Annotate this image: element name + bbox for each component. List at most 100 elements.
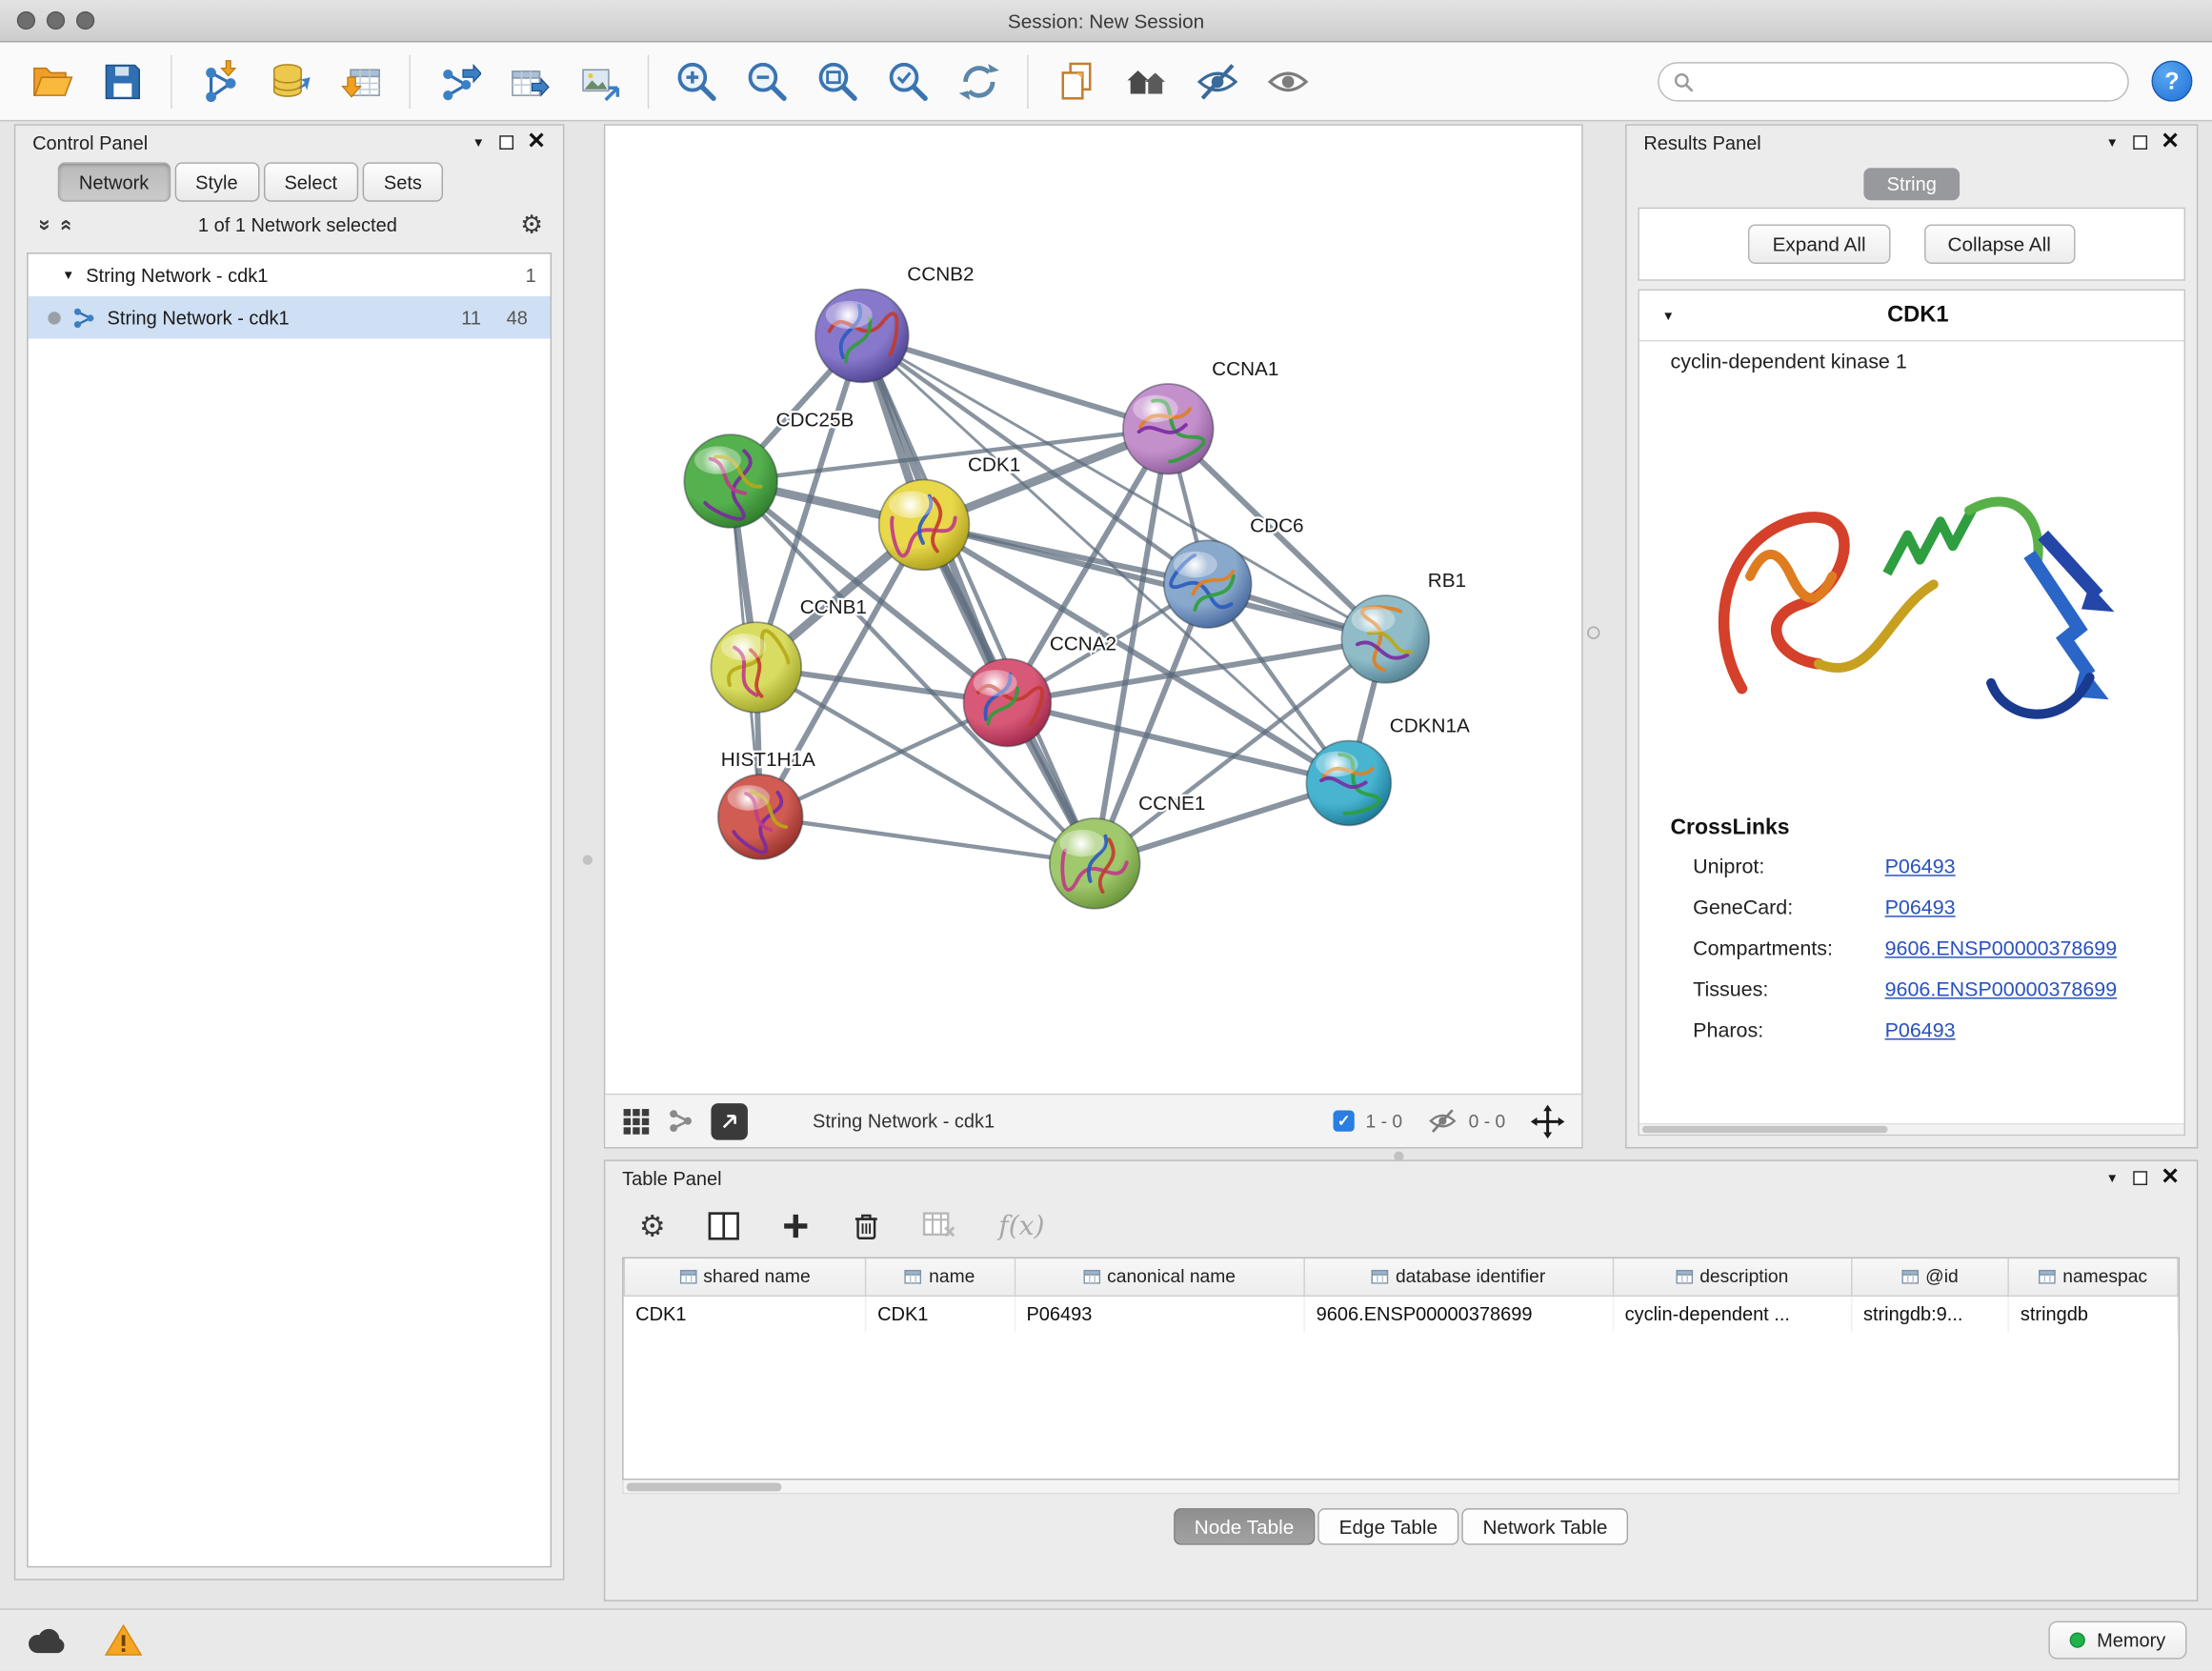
zoom-out-button[interactable] [735,51,800,111]
cloud-status-icon[interactable] [26,1624,68,1656]
first-neighbors-button[interactable] [1115,51,1179,111]
memory-button[interactable]: Memory [2049,1621,2187,1660]
tab-network[interactable]: Network [58,162,171,201]
horizontal-scrollbar[interactable] [1639,1123,2184,1135]
window-minimize-button[interactable] [47,11,65,30]
collapse-all-networks-icon[interactable]: » [53,214,77,234]
tab-sets[interactable]: Sets [363,162,443,201]
collapse-all-button[interactable]: Collapse All [1923,224,2075,263]
network-node-CDK1[interactable]: CDK1 [879,454,1021,571]
tab-style[interactable]: Style [174,162,259,201]
node-label-CCNA2: CCNA2 [1050,634,1116,655]
zoom-selected-button[interactable] [876,51,941,111]
refresh-view-button[interactable] [947,51,1012,111]
tab-node-table[interactable]: Node Table [1174,1508,1316,1545]
network-options-gear-icon[interactable]: ⚙ [520,211,543,237]
close-panel-icon[interactable]: ✕ [2161,1167,2180,1190]
crosslink-link[interactable]: 9606.ENSP00000378699 [1885,937,2118,960]
search-field[interactable] [1658,61,2129,100]
window-zoom-button[interactable] [76,11,94,30]
float-panel-icon[interactable] [499,135,513,150]
results-panel-title: Results Panel [1643,131,1760,152]
network-edge[interactable] [760,816,1095,863]
export-image-button[interactable] [567,51,632,111]
gene-section-caret-icon[interactable]: ▼ [1662,309,1675,323]
crosslink-link[interactable]: 9606.ENSP00000378699 [1885,978,2118,1001]
network-view-share-icon[interactable] [668,1108,694,1135]
horizontal-splitter-handle[interactable] [1394,1151,1403,1160]
crosslink-link[interactable]: P06493 [1885,896,1956,919]
column-header-shared-name[interactable]: shared name [624,1258,865,1296]
crosslink-row: Uniprot:P06493 [1639,847,2184,888]
vertical-splitter-handle[interactable] [1587,627,1599,639]
open-in-new-window-button[interactable] [711,1102,748,1139]
network-node-RB1[interactable]: RB1 [1341,570,1466,683]
tab-network-table[interactable]: Network Table [1461,1508,1628,1545]
export-network-button[interactable] [426,51,491,111]
control-panel: Control Panel ▼ ✕ Network Style Select S… [14,124,565,1580]
search-input[interactable] [1701,70,2113,91]
warning-icon[interactable] [105,1624,143,1657]
vertical-splitter-handle[interactable] [583,855,593,864]
show-columns-icon[interactable] [708,1212,739,1240]
network-edge[interactable] [1007,703,1348,783]
network-edge[interactable] [924,525,1385,639]
export-table-button[interactable] [496,51,561,111]
network-edge[interactable] [862,335,1168,429]
network-view-panel: CCNB2CCNA1CDC25BCDK1CDC6RB1CCNB1CCNA2CDK… [604,124,1583,1148]
birds-eye-view-icon[interactable] [1531,1104,1565,1138]
table-horizontal-scrollbar[interactable] [622,1480,2180,1495]
open-folder-icon [30,58,74,103]
crosslink-link[interactable]: P06493 [1885,856,1956,878]
column-header--id[interactable]: @id [1851,1258,2008,1296]
window-close-button[interactable] [17,11,35,30]
hide-selected-button[interactable] [1185,51,1250,111]
collapse-panel-icon[interactable]: ▼ [2106,135,2119,150]
tab-string[interactable]: String [1864,167,1960,199]
float-panel-icon[interactable] [2133,135,2147,150]
network-canvas[interactable]: CCNB2CCNA1CDC25BCDK1CDC6RB1CCNB1CCNA2CDK… [605,126,1581,1094]
expand-all-button[interactable]: Expand All [1748,224,1889,263]
collapse-panel-icon[interactable]: ▼ [2106,1171,2119,1185]
network-row-selected[interactable]: String Network - cdk1 11 48 [29,296,551,338]
collection-count: 1 [526,265,536,286]
show-all-button[interactable] [1256,51,1320,111]
help-button[interactable]: ? [2151,61,2192,102]
table-row[interactable]: CDK1CDK1P064939606.ENSP00000378699cyclin… [624,1296,2178,1333]
column-header-namespac[interactable]: namespac [2008,1258,2178,1296]
close-panel-icon[interactable]: ✕ [2161,131,2180,154]
collapse-panel-icon[interactable]: ▼ [473,135,485,150]
column-header-database-identifier[interactable]: database identifier [1304,1258,1613,1296]
network-node-HIST1H1A[interactable]: HIST1H1A [718,749,815,859]
open-session-button[interactable] [20,51,85,111]
column-header-description[interactable]: description [1613,1258,1851,1296]
zoom-in-button[interactable] [665,51,730,111]
network-node-CCNB1[interactable]: CCNB1 [711,596,867,713]
network-node-CCNA1[interactable]: CCNA1 [1123,358,1279,474]
close-panel-icon[interactable]: ✕ [527,131,546,154]
import-network-file-button[interactable] [188,51,252,111]
add-column-icon[interactable] [781,1212,810,1240]
crosslink-row: Pharos:P06493 [1639,1010,2184,1051]
clone-network-button[interactable] [1044,51,1109,111]
crosslink-link[interactable]: P06493 [1885,1019,1956,1042]
float-panel-icon[interactable] [2133,1171,2147,1185]
collection-caret-icon[interactable]: ▼ [62,268,74,282]
column-header-name[interactable]: name [865,1258,1014,1296]
save-session-button[interactable] [90,51,155,111]
crosslink-row: Tissues:9606.ENSP00000378699 [1639,969,2184,1010]
refresh-icon [956,58,1001,103]
grid-view-icon[interactable] [622,1107,651,1136]
network-node-CDKN1A[interactable]: CDKN1A [1306,715,1470,826]
delete-column-icon[interactable] [852,1211,880,1242]
network-collection-row[interactable]: ▼ String Network - cdk1 1 [29,254,551,296]
column-header-canonical-name[interactable]: canonical name [1015,1258,1304,1296]
network-edge[interactable] [862,335,1095,863]
table-options-gear-icon[interactable]: ⚙ [639,1211,666,1240]
tab-select[interactable]: Select [263,162,358,201]
selected-checkbox-icon[interactable]: ✓ [1333,1111,1354,1132]
zoom-fit-button[interactable] [806,51,871,111]
import-network-database-button[interactable] [258,51,323,111]
tab-edge-table[interactable]: Edge Table [1317,1508,1458,1545]
import-table-button[interactable] [329,51,393,111]
